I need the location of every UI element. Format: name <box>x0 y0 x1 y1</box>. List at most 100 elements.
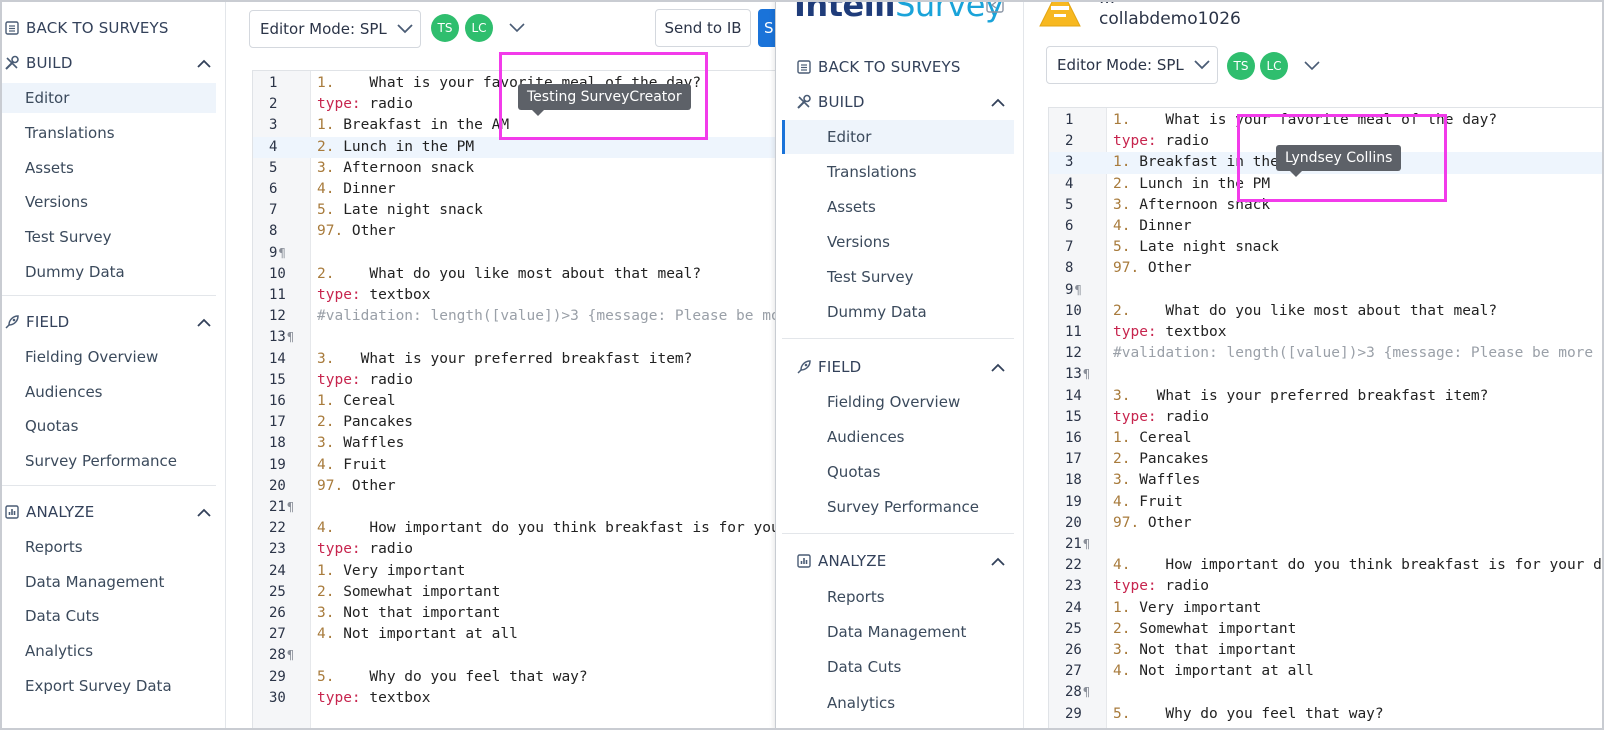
code-line[interactable]: 23 type: radio <box>1049 576 1604 597</box>
code-line[interactable]: 22 4. How important do you think breakfas… <box>253 518 775 539</box>
build-section-header[interactable]: BUILD <box>794 87 1008 117</box>
code-line[interactable]: 12 #validation: length([value])>3 {messag… <box>253 306 775 327</box>
sidebar-item-audiences[interactable]: Audiences <box>25 377 102 407</box>
sidebar-item-quotas[interactable]: Quotas <box>827 457 880 487</box>
code-line[interactable]: 20 97. Other <box>1049 513 1604 534</box>
sidebar-item-dummy-data[interactable]: Dummy Data <box>827 297 927 327</box>
chevron-up-icon[interactable] <box>988 357 1008 377</box>
sidebar-item-translations[interactable]: Translations <box>25 118 115 148</box>
code-line[interactable]: 29 5. Why do you feel that way? <box>1049 704 1604 725</box>
field-section-header[interactable]: FIELD <box>2 307 214 337</box>
code-line[interactable]: 18 3. Waffles <box>253 433 775 454</box>
code-line[interactable]: 23 type: radio <box>253 539 775 560</box>
sidebar-item-assets[interactable]: Assets <box>25 153 74 183</box>
code-line[interactable]: 6 4. Dinner <box>1049 216 1604 237</box>
sidebar-item-data-management[interactable]: Data Management <box>25 567 164 597</box>
code-line[interactable]: 10 2. What do you like most about that me… <box>1049 301 1604 322</box>
code-line[interactable]: 9¶ <box>253 243 775 264</box>
avatar[interactable]: TS <box>1227 52 1255 80</box>
code-line[interactable]: 26 3. Not that important <box>253 603 775 624</box>
send-to-ib-button[interactable]: Send to IB <box>655 9 751 47</box>
sidebar-item-assets[interactable]: Assets <box>827 192 876 222</box>
sidebar-item-data-cuts[interactable]: Data Cuts <box>827 652 901 682</box>
sidebar-item-dummy-data[interactable]: Dummy Data <box>25 257 125 287</box>
code-line[interactable]: 14 3. What is your preferred breakfast it… <box>1049 386 1604 407</box>
code-line[interactable]: 6 4. Dinner <box>253 179 775 200</box>
code-line[interactable]: 17 2. Pancakes <box>253 412 775 433</box>
collapse-sidebar-icon[interactable] <box>986 0 1004 16</box>
code-line[interactable]: 25 2. Somewhat important <box>253 582 775 603</box>
code-line[interactable]: 19 4. Fruit <box>1049 492 1604 513</box>
sidebar-item-editor[interactable]: Editor <box>2 83 216 113</box>
avatar[interactable]: LC <box>1260 52 1288 80</box>
avatar[interactable]: TS <box>431 14 459 42</box>
code-line[interactable]: 27 4. Not important at all <box>253 624 775 645</box>
chevron-down-icon[interactable] <box>507 18 527 38</box>
code-line[interactable]: 15 type: radio <box>253 370 775 391</box>
code-line[interactable]: 24 1. Very important <box>1049 598 1604 619</box>
primary-action-button[interactable]: S <box>758 9 775 47</box>
build-section-header[interactable]: BUILD <box>2 48 214 78</box>
sidebar-item-quotas[interactable]: Quotas <box>25 411 78 441</box>
sidebar-item-analytics[interactable]: Analytics <box>25 636 93 666</box>
analyze-section-header[interactable]: ANALYZE <box>2 497 214 527</box>
code-line[interactable]: 8 97. Other <box>1049 258 1604 279</box>
code-line[interactable]: 30 type: textbox <box>1049 725 1604 730</box>
sidebar-item-test-survey[interactable]: Test Survey <box>25 222 111 252</box>
sidebar-item-data-cuts[interactable]: Data Cuts <box>25 601 99 631</box>
sidebar-item-editor[interactable]: Editor <box>782 120 1014 154</box>
code-line[interactable]: 11 type: textbox <box>1049 322 1604 343</box>
sidebar-item-versions[interactable]: Versions <box>25 187 88 217</box>
code-line[interactable]: 7 5. Late night snack <box>253 200 775 221</box>
code-line[interactable]: 14 3. What is your preferred breakfast it… <box>253 349 775 370</box>
code-editor[interactable]: 1 1. What is your favorite meal of the da… <box>252 70 775 730</box>
code-line[interactable]: 17 2. Pancakes <box>1049 449 1604 470</box>
code-line[interactable]: 18 3. Waffles <box>1049 470 1604 491</box>
sidebar-item-survey-performance[interactable]: Survey Performance <box>25 446 177 476</box>
code-line[interactable]: 10 2. What do you like most about that me… <box>253 264 775 285</box>
back-to-surveys-link[interactable]: BACK TO SURVEYS <box>2 13 169 43</box>
chevron-down-icon[interactable] <box>1302 56 1322 76</box>
sidebar-item-export-survey-data[interactable]: Export Survey Data <box>25 671 172 701</box>
code-line[interactable]: 5 3. Afternoon snack <box>253 158 775 179</box>
editor-mode-select[interactable]: Editor Mode: SPL <box>249 10 421 48</box>
code-line[interactable]: 16 1. Cereal <box>1049 428 1604 449</box>
chevron-up-icon[interactable] <box>194 502 214 522</box>
chevron-up-icon[interactable] <box>988 551 1008 571</box>
code-line[interactable]: 28¶ <box>1049 682 1604 703</box>
sidebar-item-survey-performance[interactable]: Survey Performance <box>827 492 979 522</box>
code-line[interactable]: 13¶ <box>1049 364 1604 385</box>
code-line[interactable]: 29 5. Why do you feel that way? <box>253 667 775 688</box>
back-to-surveys-link[interactable]: BACK TO SURVEYS <box>794 52 961 82</box>
code-line[interactable]: 12 #validation: length([value])>3 {messag… <box>1049 343 1604 364</box>
code-line[interactable]: 22 4. How important do you think breakfas… <box>1049 555 1604 576</box>
code-line[interactable]: 13¶ <box>253 327 775 348</box>
code-line[interactable]: 16 1. Cereal <box>253 391 775 412</box>
chevron-up-icon[interactable] <box>988 92 1008 112</box>
chevron-up-icon[interactable] <box>194 53 214 73</box>
sidebar-item-fielding-overview[interactable]: Fielding Overview <box>827 387 960 417</box>
code-line[interactable]: 25 2. Somewhat important <box>1049 619 1604 640</box>
code-line[interactable]: 24 1. Very important <box>253 561 775 582</box>
avatar[interactable]: LC <box>465 14 493 42</box>
code-line[interactable]: 26 3. Not that important <box>1049 640 1604 661</box>
sidebar-item-fielding-overview[interactable]: Fielding Overview <box>25 342 158 372</box>
code-line[interactable]: 21¶ <box>253 497 775 518</box>
code-line[interactable]: 27 4. Not important at all <box>1049 661 1604 682</box>
code-line[interactable]: 19 4. Fruit <box>253 455 775 476</box>
editor-mode-select[interactable]: Editor Mode: SPL <box>1046 46 1218 84</box>
sidebar-item-reports[interactable]: Reports <box>25 532 83 562</box>
code-line[interactable]: 7 5. Late night snack <box>1049 237 1604 258</box>
code-line[interactable]: 15 type: radio <box>1049 407 1604 428</box>
sidebar-item-data-management[interactable]: Data Management <box>827 617 966 647</box>
code-line[interactable]: 30 type: textbox <box>253 688 775 709</box>
code-line[interactable]: 20 97. Other <box>253 476 775 497</box>
chevron-up-icon[interactable] <box>194 312 214 332</box>
sidebar-item-versions[interactable]: Versions <box>827 227 890 257</box>
sidebar-item-audiences[interactable]: Audiences <box>827 422 904 452</box>
code-line[interactable]: 9¶ <box>1049 280 1604 301</box>
sidebar-item-reports[interactable]: Reports <box>827 582 885 612</box>
sidebar-item-test-survey[interactable]: Test Survey <box>827 262 913 292</box>
field-section-header[interactable]: FIELD <box>794 352 1008 382</box>
code-line[interactable]: 28¶ <box>253 645 775 666</box>
